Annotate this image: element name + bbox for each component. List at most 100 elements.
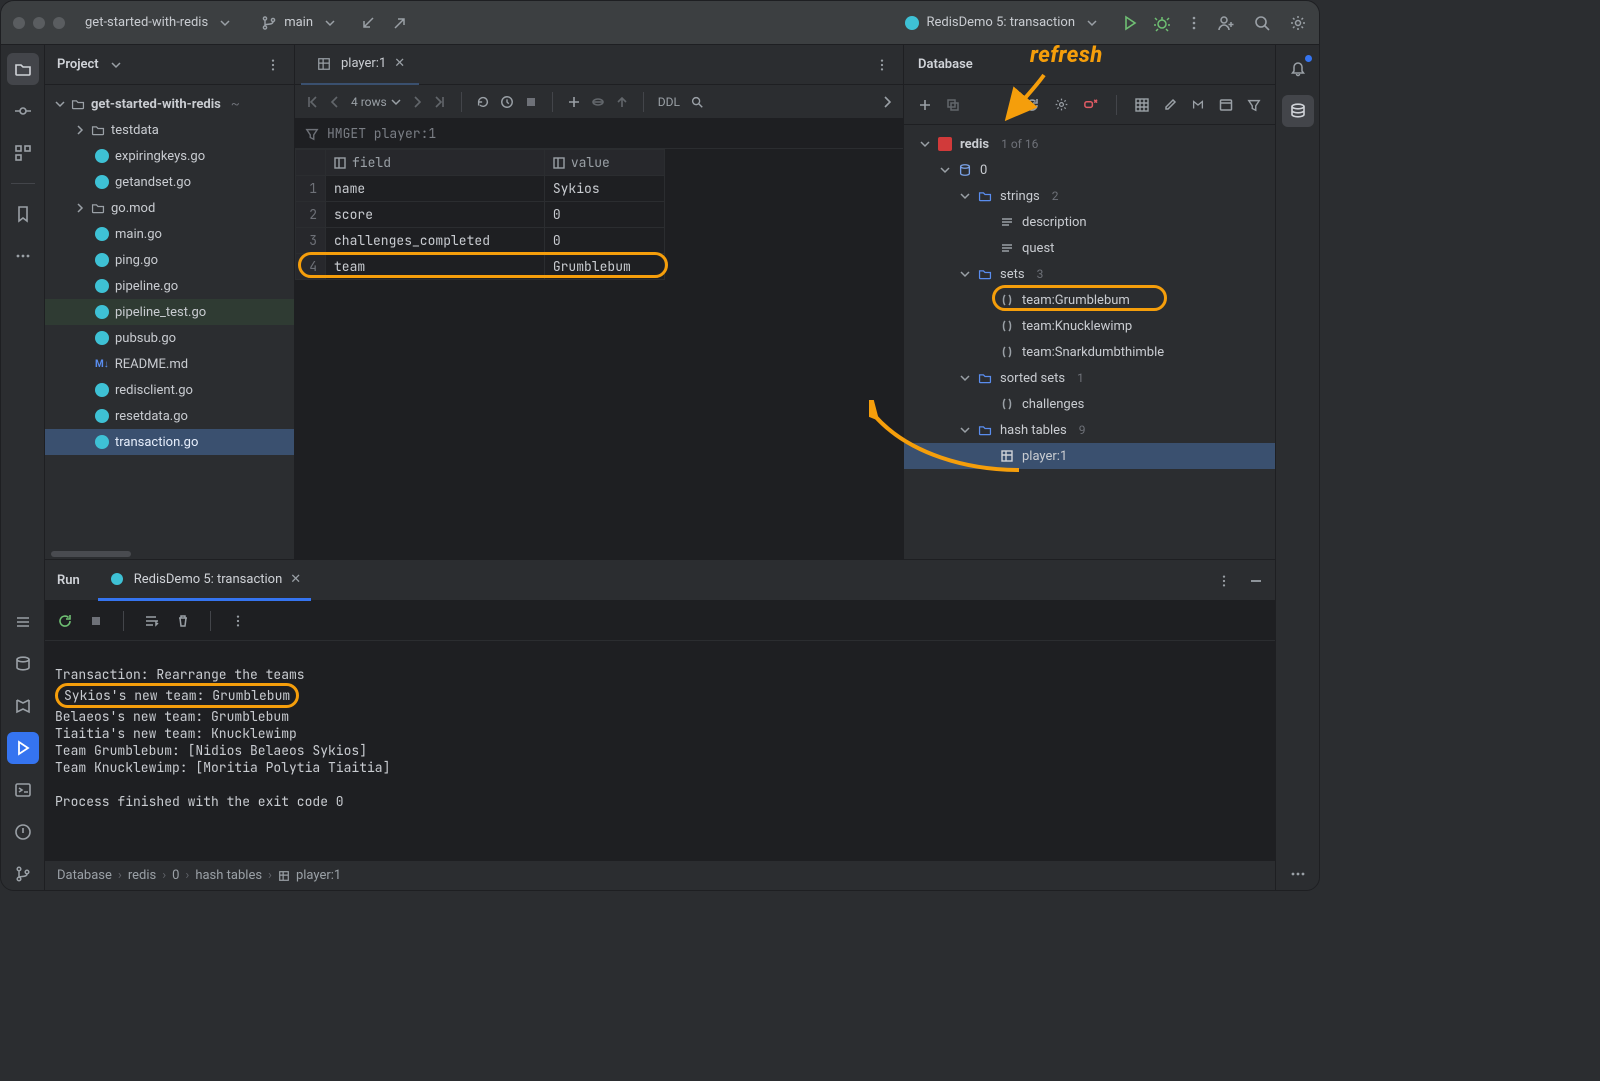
more-vertical-icon[interactable]: [1185, 14, 1203, 32]
database-tool-button[interactable]: [1282, 95, 1314, 127]
tree-file[interactable]: resetdata.go: [45, 403, 294, 429]
structure-tool-button[interactable]: [7, 137, 39, 169]
vcs-tool-button[interactable]: [7, 858, 39, 890]
tree-file[interactable]: pubsub.go: [45, 325, 294, 351]
close-icon[interactable]: ✕: [394, 56, 405, 71]
tree-file[interactable]: getandset.go: [45, 169, 294, 195]
tree-file-selected[interactable]: transaction.go: [45, 429, 294, 455]
more-horizontal-icon[interactable]: [1282, 858, 1314, 890]
filter-icon[interactable]: [1247, 98, 1261, 112]
rerun-icon[interactable]: [57, 613, 73, 629]
prev-page-icon[interactable]: [329, 96, 341, 108]
breadcrumb-item[interactable]: hash tables: [195, 868, 262, 883]
run-icon[interactable]: [1121, 14, 1139, 32]
tree-file[interactable]: main.go: [45, 221, 294, 247]
breadcrumb-item[interactable]: Database: [57, 868, 112, 883]
db-key[interactable]: team:Snarkdumbthimble: [904, 339, 1275, 365]
tree-file[interactable]: redisclient.go: [45, 377, 294, 403]
row-count-button[interactable]: 4 rows: [351, 95, 401, 109]
db-group-sets[interactable]: sets3: [904, 261, 1275, 287]
trash-icon[interactable]: [176, 614, 190, 628]
db-schema[interactable]: 0: [904, 157, 1275, 183]
project-selector[interactable]: get-started-with-redis: [79, 10, 240, 36]
search-icon[interactable]: [690, 95, 704, 109]
editor-tab-player1[interactable]: player:1 ✕: [301, 45, 419, 85]
git-branch-selector[interactable]: main: [254, 10, 345, 36]
more-vertical-icon[interactable]: [264, 56, 282, 74]
first-page-icon[interactable]: [305, 95, 319, 109]
next-page-icon[interactable]: [411, 96, 423, 108]
tree-file[interactable]: pipeline.go: [45, 273, 294, 299]
tree-folder-testdata[interactable]: testdata: [45, 117, 294, 143]
tree-file[interactable]: M↓README.md: [45, 351, 294, 377]
breadcrumb-item[interactable]: player:1: [278, 868, 341, 883]
window-controls[interactable]: [13, 17, 65, 29]
settings-icon[interactable]: [1289, 14, 1307, 32]
duplicate-icon[interactable]: [946, 98, 960, 112]
db-key-selected[interactable]: player:1: [904, 443, 1275, 469]
database-tool-button-left[interactable]: [7, 648, 39, 680]
stop-icon[interactable]: [524, 95, 538, 109]
add-row-icon[interactable]: [567, 95, 581, 109]
table-view-icon[interactable]: [1135, 98, 1149, 112]
debug-icon[interactable]: [1153, 14, 1171, 32]
run-console[interactable]: Transaction: Rearrange the teams Sykios'…: [45, 641, 1275, 860]
incoming-icon[interactable]: [359, 14, 377, 32]
commit-tool-button[interactable]: [7, 95, 39, 127]
db-group-sorted[interactable]: sorted sets1: [904, 365, 1275, 391]
reload-icon[interactable]: [476, 95, 490, 109]
more-vertical-icon[interactable]: [861, 58, 903, 72]
disconnect-icon[interactable]: [1083, 97, 1098, 112]
tree-folder-gomod[interactable]: go.mod: [45, 195, 294, 221]
db-key[interactable]: team:Knucklewimp: [904, 313, 1275, 339]
chevron-down-icon[interactable]: [107, 56, 125, 74]
tree-file[interactable]: expiringkeys.go: [45, 143, 294, 169]
run-tab[interactable]: RedisDemo 5: transaction ✕: [98, 561, 311, 601]
tree-file[interactable]: pipeline_test.go: [45, 299, 294, 325]
more-vertical-icon[interactable]: [231, 614, 245, 628]
last-page-icon[interactable]: [433, 95, 447, 109]
more-vertical-icon[interactable]: [1217, 574, 1231, 588]
data-grid[interactable]: field value 1nameSykios 2score0 3challen…: [295, 149, 665, 280]
more-horizontal-icon[interactable]: [7, 240, 39, 272]
db-key[interactable]: challenges: [904, 391, 1275, 417]
db-key[interactable]: quest: [904, 235, 1275, 261]
stop-icon[interactable]: [89, 614, 103, 628]
project-tree[interactable]: get-started-with-redis~ testdata expirin…: [45, 85, 294, 559]
tree-root[interactable]: get-started-with-redis~: [45, 91, 294, 117]
minimize-icon[interactable]: [1249, 574, 1263, 588]
db-key[interactable]: team:Grumblebum: [904, 287, 1275, 313]
code-with-me-icon[interactable]: [1217, 14, 1235, 32]
breadcrumb-item[interactable]: 0: [172, 868, 179, 883]
search-icon[interactable]: [1253, 14, 1271, 32]
table-row[interactable]: 2score0: [296, 202, 665, 228]
project-tool-button[interactable]: [7, 53, 39, 85]
todo-tool-button[interactable]: [7, 606, 39, 638]
problems-tool-button[interactable]: [7, 816, 39, 848]
soft-wrap-icon[interactable]: [144, 613, 160, 629]
table-row[interactable]: 3challenges_completed0: [296, 228, 665, 254]
ddl-button[interactable]: DDL: [658, 95, 680, 109]
history-icon[interactable]: [500, 95, 514, 109]
tree-file[interactable]: ping.go: [45, 247, 294, 273]
run-config-selector[interactable]: RedisDemo 5: transaction: [897, 10, 1108, 36]
horizontal-scrollbar[interactable]: [45, 551, 294, 559]
db-key[interactable]: description: [904, 209, 1275, 235]
services-tool-button[interactable]: [7, 690, 39, 722]
table-row[interactable]: 4teamGrumblebum: [296, 254, 665, 280]
add-datasource-icon[interactable]: [918, 98, 932, 112]
run-tool-button[interactable]: [7, 732, 39, 764]
submit-icon[interactable]: [615, 95, 629, 109]
jump-to-console-icon[interactable]: [1191, 98, 1205, 112]
notifications-button[interactable]: [1282, 53, 1314, 85]
open-console-icon[interactable]: [1219, 98, 1233, 112]
database-tree[interactable]: redis1 of 16 0 strings2 description: [904, 125, 1275, 559]
terminal-tool-button[interactable]: [7, 774, 39, 806]
close-icon[interactable]: ✕: [290, 572, 301, 587]
delete-row-icon[interactable]: [591, 95, 605, 109]
chevron-right-icon[interactable]: [881, 96, 893, 108]
table-row[interactable]: 1nameSykios: [296, 176, 665, 202]
bookmarks-tool-button[interactable]: [7, 198, 39, 230]
db-group-strings[interactable]: strings2: [904, 183, 1275, 209]
db-group-hash[interactable]: hash tables9: [904, 417, 1275, 443]
